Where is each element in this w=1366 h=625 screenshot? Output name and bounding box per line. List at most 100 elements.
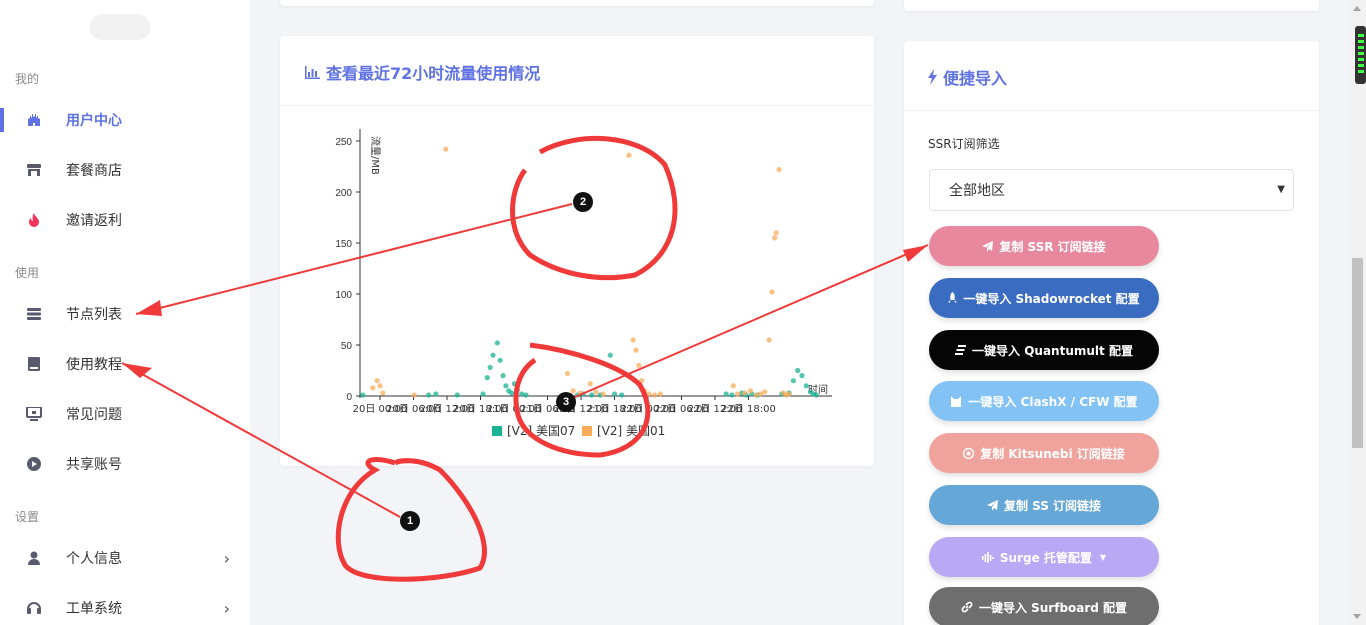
monitor-icon	[26, 406, 42, 422]
sidebar-item-label: 邀请返利	[66, 213, 122, 229]
sidebar-item-node-list[interactable]: 节点列表	[0, 294, 250, 334]
data-point-series-1	[380, 390, 386, 396]
data-point-series-0	[490, 352, 496, 358]
scroll-thumb[interactable]	[1352, 258, 1363, 448]
import-shadowrocket-button[interactable]: 一键导入 Shadowrocket 配置	[929, 278, 1159, 318]
data-point-series-1	[636, 362, 642, 368]
button-label: 一键导入 ClashX / CFW 配置	[968, 394, 1138, 409]
y-tick-label: 250	[335, 137, 352, 148]
card-partial-top-left	[280, 0, 874, 6]
sidebar-item-invite[interactable]: 邀请返利	[0, 200, 250, 240]
castle-icon	[26, 112, 42, 128]
ssr-filter-label: SSR订阅筛选	[928, 137, 1000, 151]
data-point-series-1	[742, 390, 748, 396]
sidebar-item-label: 工单系统	[66, 601, 122, 617]
import-quantumult-button[interactable]: 一键导入 Quantumult 配置	[929, 330, 1159, 370]
sidebar-item-label: 节点列表	[66, 307, 122, 323]
book-icon	[26, 356, 42, 372]
data-point-series-0	[729, 392, 735, 398]
data-point-series-1	[633, 347, 639, 353]
data-point-series-0	[454, 392, 460, 398]
data-point-series-0	[619, 392, 625, 398]
data-point-series-1	[772, 235, 778, 241]
data-point-series-1	[747, 388, 754, 394]
data-point-series-0	[497, 357, 503, 363]
sidebar-item-user-center[interactable]: 用户中心	[0, 100, 250, 140]
sidebar-item-label: 用户中心	[66, 113, 122, 129]
paper-plane-icon	[982, 240, 994, 252]
data-point-series-0	[500, 373, 506, 379]
sidebar-section-usage: 使用	[15, 266, 40, 280]
data-point-series-0	[487, 364, 493, 371]
data-point-series-1	[646, 391, 652, 397]
sidebar-item-profile[interactable]: 个人信息 ›	[0, 538, 250, 578]
play-icon	[26, 456, 42, 472]
data-point-series-1	[769, 289, 775, 295]
copy-kitsunebi-button[interactable]: 复制 Kitsunebi 订阅链接	[929, 433, 1159, 473]
fire-icon	[26, 212, 42, 228]
import-card-title-text: 便捷导入	[943, 69, 1008, 88]
paper-plane-icon	[986, 499, 998, 511]
server-icon	[26, 306, 42, 322]
sidebar-item-label: 常见问题	[66, 407, 122, 423]
annotation-marker-1: 1	[400, 511, 420, 531]
data-point-series-1	[593, 389, 599, 395]
import-clash-button[interactable]: 一键导入 ClashX / CFW 配置	[929, 381, 1159, 421]
data-point-series-0	[509, 390, 515, 396]
data-point-series-0	[795, 367, 801, 374]
data-point-series-0	[607, 352, 613, 358]
import-surfboard-button[interactable]: 一键导入 Surfboard 配置	[929, 587, 1159, 625]
annotation-marker-2: 2	[573, 192, 593, 212]
region-select[interactable]: 全部地区 ▼	[929, 169, 1294, 211]
data-point-series-0	[790, 378, 796, 384]
divider	[904, 110, 1319, 111]
data-point-series-0	[426, 392, 432, 398]
sidebar-item-faq[interactable]: 常见问题	[0, 394, 250, 434]
data-point-series-0	[511, 381, 518, 387]
import-card-title: 便捷导入	[928, 65, 1007, 89]
button-label: 一键导入 Surfboard 配置	[978, 600, 1128, 615]
page-scrollbar[interactable]	[1349, 0, 1366, 625]
data-point-series-1	[735, 391, 741, 397]
data-point-series-1	[730, 383, 736, 389]
sidebar-item-label: 个人信息	[66, 551, 122, 567]
data-point-series-1	[639, 378, 645, 384]
data-point-series-1	[626, 152, 632, 158]
scroll-down-arrow-icon[interactable]	[1353, 614, 1361, 619]
data-point-series-1	[776, 166, 782, 173]
cat-icon	[950, 395, 962, 407]
data-point-series-1	[564, 370, 570, 377]
chevron-right-icon: ›	[223, 598, 230, 618]
data-point-series-1	[443, 146, 449, 152]
rocket-icon	[948, 292, 958, 304]
button-label: 一键导入 Shadowrocket 配置	[963, 291, 1140, 306]
surge-config-button[interactable]: Surge 托管配置 ▼	[929, 537, 1159, 577]
copy-ssr-button[interactable]: 复制 SSR 订阅链接	[929, 226, 1159, 266]
link-icon	[961, 601, 973, 613]
x-tick-label: 22日 18:00	[721, 404, 776, 415]
sidebar-section-settings: 设置	[15, 510, 40, 524]
sidebar: 我的 用户中心 套餐商店 邀请返利 使用 节点列表 使用教程 常见问题 共享账号…	[0, 0, 250, 625]
sidebar-item-tutorial[interactable]: 使用教程	[0, 344, 250, 384]
data-point-series-1	[377, 383, 383, 389]
data-point-series-1	[652, 392, 658, 398]
scroll-up-arrow-icon[interactable]	[1353, 6, 1361, 11]
kitsunebi-icon	[963, 447, 975, 459]
sidebar-item-store[interactable]: 套餐商店	[0, 150, 250, 190]
sidebar-item-shared-account[interactable]: 共享账号	[0, 444, 250, 484]
data-point-series-0	[433, 391, 439, 397]
button-label: 复制 SSR 订阅链接	[999, 239, 1106, 254]
data-point-series-0	[803, 383, 809, 389]
traffic-scatter-chart: 250200150100500流量/MB20日 00:0020日 06:0020…	[335, 129, 832, 438]
button-label: 一键导入 Quantumult 配置	[972, 343, 1133, 358]
sidebar-item-label: 使用教程	[66, 357, 122, 373]
data-point-series-1	[786, 391, 792, 397]
user-icon	[26, 550, 42, 566]
sidebar-item-tickets[interactable]: 工单系统 ›	[0, 588, 250, 625]
copy-ss-button[interactable]: 复制 SS 订阅链接	[929, 485, 1159, 525]
card-partial-top-right	[904, 0, 1319, 11]
y-tick-label: 150	[335, 239, 352, 250]
sidebar-section-mine: 我的	[15, 72, 40, 86]
data-point-series-0	[589, 392, 595, 398]
logo[interactable]	[90, 14, 150, 40]
